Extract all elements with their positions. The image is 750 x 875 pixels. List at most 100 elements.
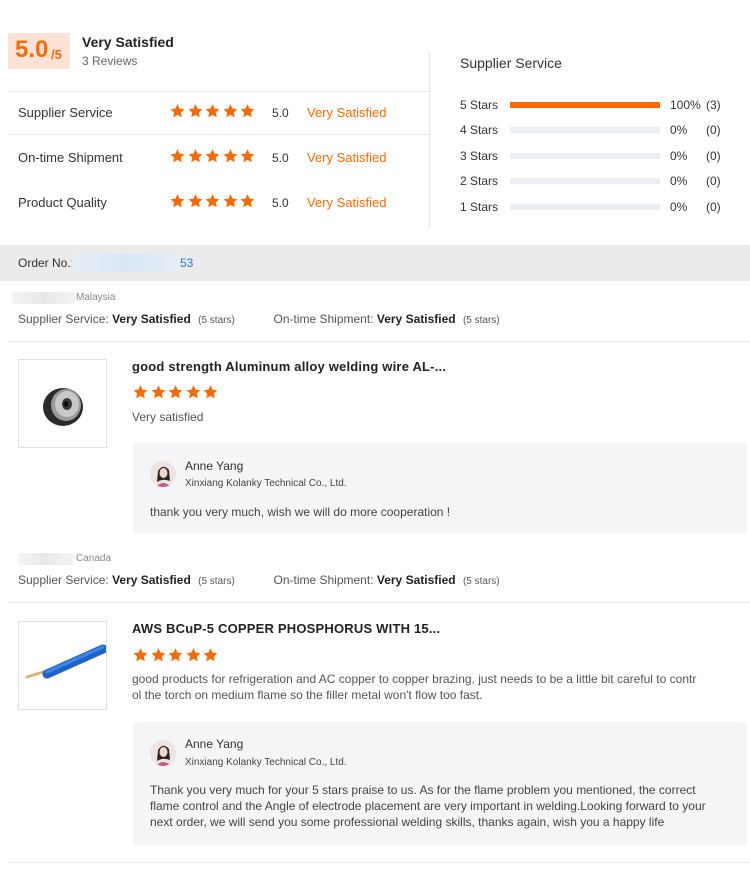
order-label: Order No.: (18, 256, 75, 270)
supplier-service-stars: (5 stars) (198, 315, 235, 326)
star-icon (204, 193, 221, 209)
distribution-title: Supplier Service (460, 55, 562, 71)
reviewer-ratings: Supplier Service: Very Satisfied (5 star… (18, 312, 500, 326)
star-icon (169, 193, 186, 209)
star-rating (169, 193, 257, 212)
distribution-bar (510, 102, 660, 108)
rating-text: Very Satisfied (307, 105, 387, 120)
distribution-label: 5 Stars (460, 98, 499, 112)
star-icon (187, 193, 204, 209)
rating-label: Supplier Service (18, 105, 113, 120)
review-comment: Very satisfied (132, 410, 204, 424)
shipment-label: On-time Shipment: (273, 312, 374, 326)
distribution-row: 1 Stars 0% (0) (460, 199, 740, 215)
overall-score-max: /5 (51, 47, 62, 62)
overall-rating-title: Very Satisfied (82, 34, 174, 50)
shipment-value: Very Satisfied (376, 312, 456, 326)
rating-label: Product Quality (18, 195, 107, 210)
star-icon (167, 384, 184, 400)
star-icon (167, 647, 184, 663)
divider (8, 602, 750, 603)
supplier-service-value: Very Satisfied (112, 312, 191, 326)
rating-row-product-quality[interactable]: Product Quality 5.0 Very Satisfied (8, 182, 430, 226)
distribution-bar (510, 178, 660, 184)
distribution-count: (0) (706, 149, 721, 163)
star-icon (132, 647, 149, 663)
distribution-count: (3) (706, 98, 721, 112)
rating-row-on-time-shipment[interactable]: On-time Shipment 5.0 Very Satisfied (8, 137, 430, 181)
rating-text: Very Satisfied (307, 195, 387, 210)
order-number-redacted (72, 254, 182, 272)
distribution-label: 4 Stars (460, 123, 499, 137)
reviewer-info: Malaysia Supplier Service: Very Satisfie… (0, 292, 750, 352)
reply-company: Xinxiang Kolanky Technical Co., Ltd. (185, 478, 347, 489)
shipment-stars: (5 stars) (462, 576, 500, 587)
rating-summary: 5.0 /5 Very Satisfied 3 Reviews Supplier… (0, 0, 750, 240)
distribution-percent: 0% (670, 200, 688, 214)
shipment-value: Very Satisfied (376, 573, 456, 587)
star-icon (204, 148, 221, 164)
star-icon (222, 148, 239, 164)
distribution-row: 2 Stars 0% (0) (460, 173, 740, 189)
reply-author-name: Anne Yang (185, 737, 244, 751)
star-rating (169, 148, 257, 167)
review-stars (132, 384, 220, 403)
star-icon (239, 193, 256, 209)
star-icon (204, 103, 221, 119)
product-title[interactable]: good strength Aluminum alloy welding wir… (132, 359, 446, 374)
reply-text-line: Thank you very much for your 5 stars pra… (150, 783, 696, 797)
distribution-label: 2 Stars (460, 174, 499, 188)
star-icon (132, 384, 149, 400)
overall-score-badge: 5.0 /5 (8, 33, 70, 69)
reviewer-country: Malaysia (76, 292, 116, 303)
order-number-link[interactable]: 53 (180, 256, 193, 270)
distribution-bar (510, 153, 660, 159)
distribution-percent: 0% (670, 123, 688, 137)
distribution-count: (0) (706, 174, 721, 188)
rating-label: On-time Shipment (18, 150, 123, 165)
rating-text: Very Satisfied (307, 150, 387, 165)
rating-value: 5.0 (272, 151, 289, 165)
star-icon (202, 647, 219, 663)
rating-row-supplier-service[interactable]: Supplier Service 5.0 Very Satisfied (8, 91, 430, 135)
reply-text: Thank you very much for your 5 stars pra… (150, 782, 735, 830)
shipment-label: On-time Shipment: (273, 573, 374, 587)
copper-brazing-rod-image (25, 644, 108, 679)
star-icon (222, 193, 239, 209)
distribution-percent: 100% (670, 98, 701, 112)
reviewer-name-redacted (12, 292, 76, 304)
distribution-label: 3 Stars (460, 149, 499, 163)
avatar (150, 740, 176, 766)
distribution-percent: 0% (670, 149, 688, 163)
supplier-reply: Anne Yang Xinxiang Kolanky Technical Co.… (133, 443, 747, 533)
product-title[interactable]: AWS BCuP-5 COPPER PHOSPHORUS WITH 15... (132, 621, 440, 636)
shipment-stars: (5 stars) (462, 315, 500, 326)
distribution-percent: 0% (670, 174, 688, 188)
star-icon (169, 148, 186, 164)
product-thumbnail[interactable] (18, 359, 107, 448)
reply-text: thank you very much, wish we will do mor… (150, 505, 451, 519)
product-thumbnail[interactable] (18, 621, 108, 710)
distribution-bar (510, 127, 660, 133)
star-icon (187, 148, 204, 164)
reviewer-ratings: Supplier Service: Very Satisfied (5 star… (18, 573, 500, 587)
distribution-row: 5 Stars 100% (3) (460, 97, 740, 113)
review-item: AWS BCuP-5 COPPER PHOSPHORUS WITH 15... … (0, 612, 750, 862)
distribution-label: 1 Stars (460, 200, 499, 214)
summary-divider (429, 52, 430, 228)
avatar (150, 461, 176, 487)
star-icon (239, 103, 256, 119)
distribution-row: 4 Stars 0% (0) (460, 122, 740, 138)
distribution-bar (510, 204, 660, 210)
review-comment-line: good products for refrigeration and AC c… (132, 672, 697, 686)
star-icon (169, 103, 186, 119)
review-count[interactable]: 3 Reviews (82, 54, 137, 68)
welding-wire-spool-image (43, 388, 83, 426)
review-stars (132, 647, 220, 666)
star-icon (185, 384, 202, 400)
review-comment: good products for refrigeration and AC c… (132, 671, 722, 703)
star-icon (150, 384, 167, 400)
distribution-count: (0) (706, 200, 721, 214)
distribution-row: 3 Stars 0% (0) (460, 148, 740, 164)
rating-value: 5.0 (272, 106, 289, 120)
